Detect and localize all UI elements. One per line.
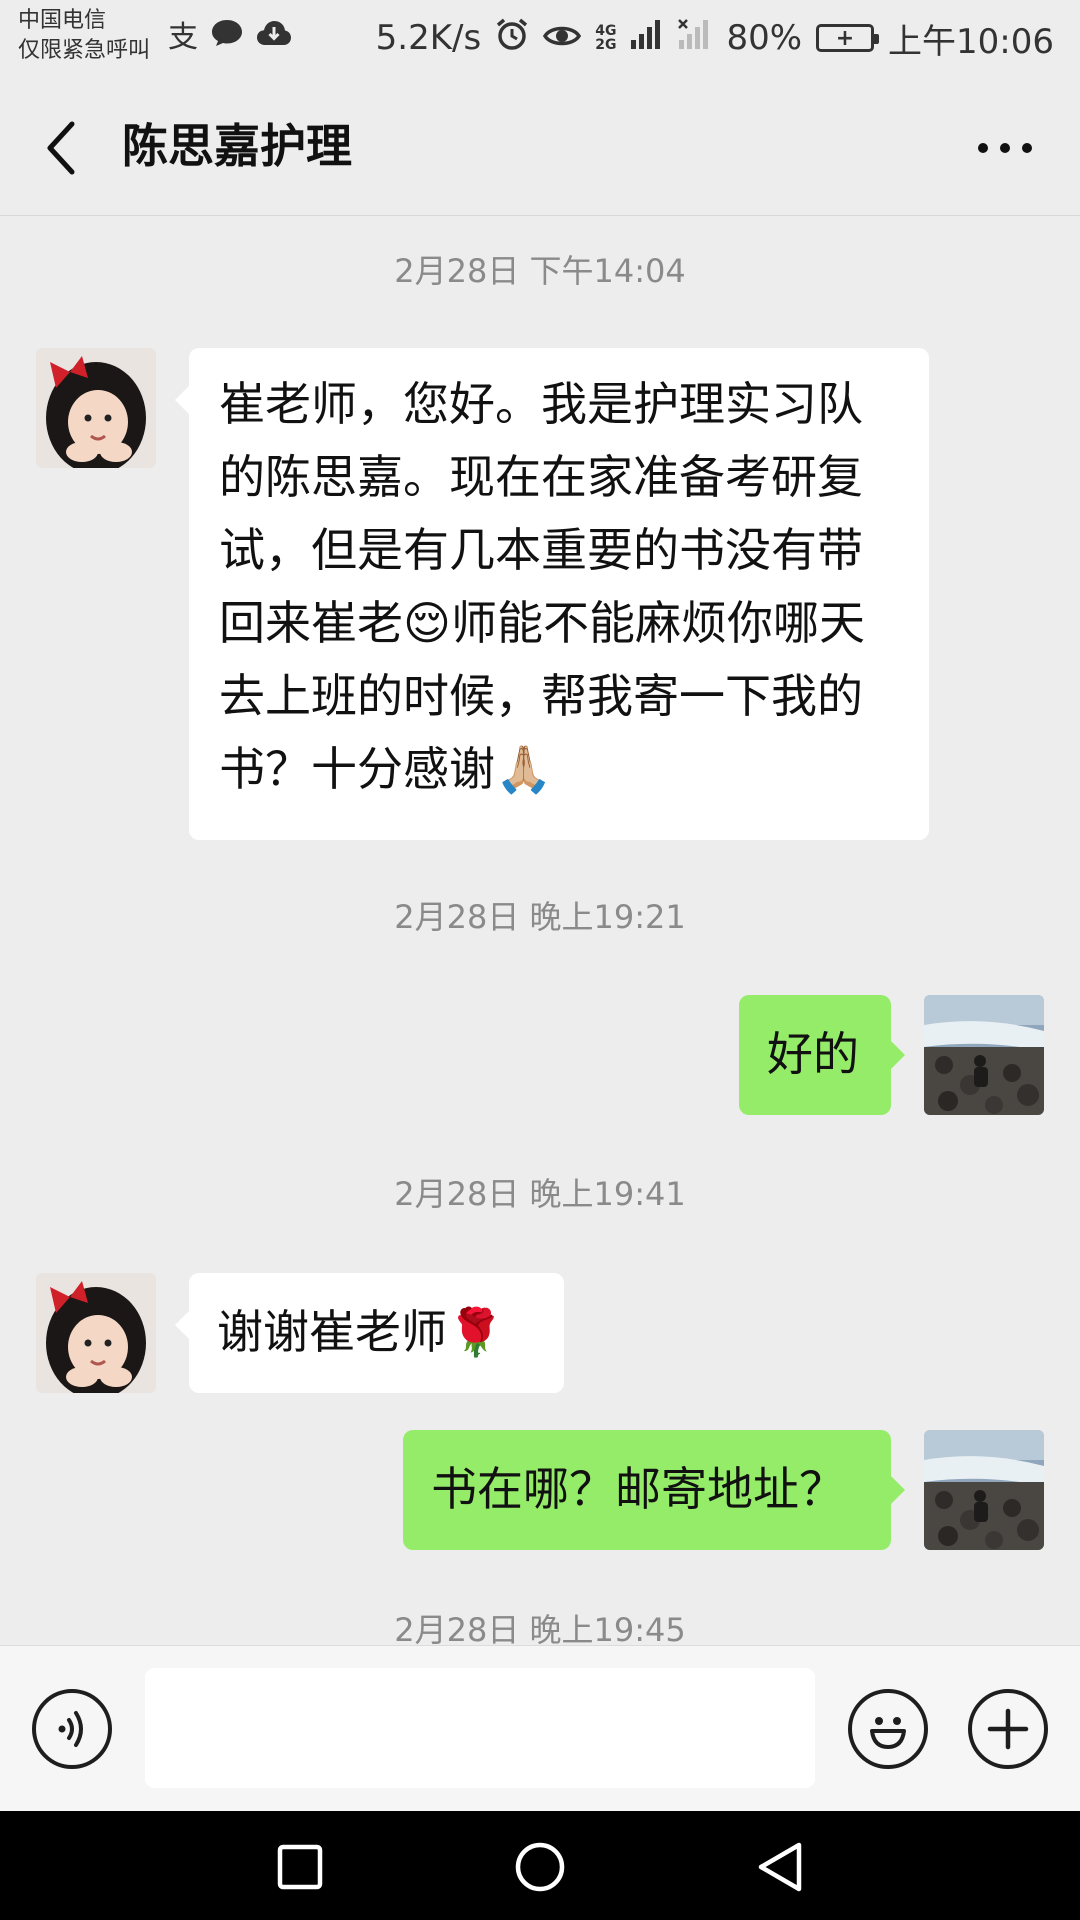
recent-apps-button[interactable] (270, 1837, 330, 1897)
signal-icon (630, 18, 664, 59)
more-dots-icon (978, 143, 1032, 153)
back-button[interactable] (36, 118, 86, 178)
contact-avatar[interactable] (36, 1273, 156, 1393)
system-back-button[interactable] (750, 1837, 810, 1897)
avatar-image (36, 348, 156, 468)
more-button[interactable] (970, 118, 1040, 178)
battery-percent: 80% (726, 18, 803, 58)
emoji-icon (870, 1717, 906, 1749)
alarm-icon (495, 17, 529, 60)
status-right: 5.2K/s 4G 2G 80% + 上午10:06 (376, 14, 1054, 62)
square-icon (277, 1844, 323, 1890)
voice-icon (58, 1711, 83, 1747)
no-signal-icon (678, 18, 712, 59)
chat-title: 陈思嘉护理 (122, 119, 352, 173)
triangle-back-icon (758, 1842, 802, 1892)
message-input[interactable] (145, 1668, 815, 1788)
carrier-name: 中国电信 (18, 8, 107, 33)
clock: 上午10:06 (888, 21, 1054, 62)
notification-icons: 支 (168, 18, 292, 57)
message-timestamp: 2月28日 晚上19:41 (394, 1175, 686, 1213)
chat-notification-icon (210, 18, 244, 57)
message-timestamp: 2月28日 晚上19:45 (394, 1611, 686, 1645)
message-text: 崔老师，您好。我是护理实习队的陈思嘉。现在在家准备考研复试，但是有几本重要的书没… (219, 377, 865, 796)
message-bubble-incoming[interactable]: 崔老师，您好。我是护理实习队的陈思嘉。现在在家准备考研复试，但是有几本重要的书没… (175, 348, 929, 840)
network-type-top: 4G (595, 23, 617, 39)
avatar-image (924, 1430, 1044, 1550)
contact-avatar[interactable] (36, 348, 156, 468)
message-timestamp: 2月28日 下午14:04 (394, 252, 686, 290)
system-nav-bar (0, 1811, 1080, 1920)
emergency-only-label: 仅限紧急呼叫 (18, 38, 151, 63)
message-bubble-outgoing[interactable]: 书在哪？邮寄地址？ (403, 1430, 905, 1550)
avatar-image (36, 1273, 156, 1393)
message-text: 谢谢崔老师🌹 (217, 1305, 505, 1359)
emoji-button[interactable] (848, 1689, 928, 1769)
message-bubble-incoming[interactable]: 谢谢崔老师🌹 (175, 1273, 564, 1393)
chat-header: 陈思嘉护理 (0, 78, 1080, 216)
chevron-left-icon (47, 121, 75, 175)
network-type-bottom: 2G (595, 37, 617, 53)
net-speed: 5.2K/s (375, 18, 482, 58)
message-text: 好的 (767, 1027, 859, 1081)
battery-icon: + (816, 24, 880, 52)
voice-button[interactable] (32, 1689, 112, 1769)
avatar-image (924, 995, 1044, 1115)
alipay-icon: 支 (168, 19, 198, 55)
cloud-icon (256, 19, 292, 56)
plus-icon (987, 1708, 1029, 1750)
status-bar: 中国电信 仅限紧急呼叫 支 5.2K/s 4G 2G 80% + 上午10:06 (0, 0, 1080, 78)
network-type: 4G 2G (595, 24, 616, 52)
message-timestamp: 2月28日 晚上19:21 (394, 898, 686, 936)
eye-icon (543, 18, 582, 58)
chat-messages[interactable]: 2月28日 下午14:04 崔老师，您好。我是护理实习队的陈思嘉。现在在家准备考… (0, 217, 1080, 1645)
my-avatar[interactable] (924, 995, 1044, 1115)
carrier-info: 中国电信 仅限紧急呼叫 (18, 6, 150, 66)
my-avatar[interactable] (924, 1430, 1044, 1550)
chat-input-bar (0, 1645, 1080, 1811)
more-actions-button[interactable] (968, 1689, 1048, 1769)
message-text: 书在哪？邮寄地址？ (431, 1462, 845, 1516)
message-bubble-outgoing[interactable]: 好的 (739, 995, 905, 1115)
circle-icon (515, 1842, 565, 1892)
home-button[interactable] (510, 1837, 570, 1897)
